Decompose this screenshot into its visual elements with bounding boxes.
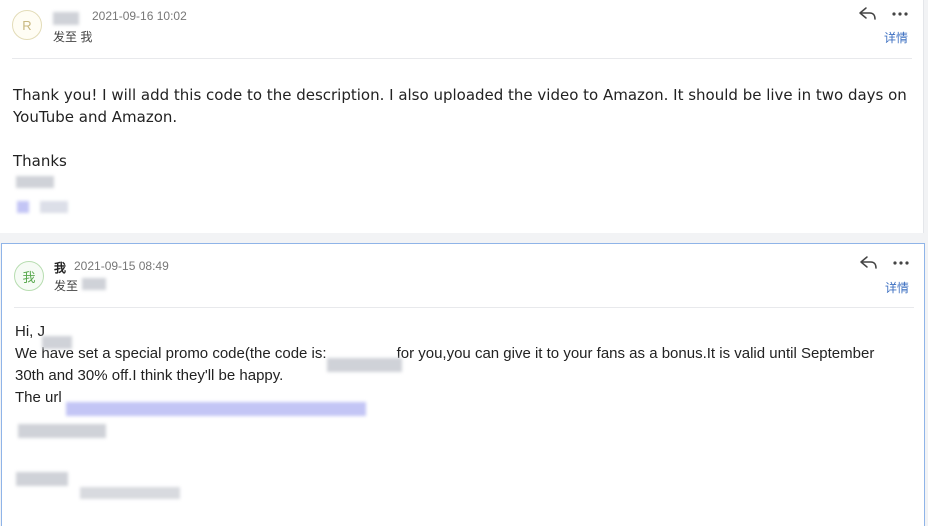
reply-icon[interactable] <box>859 255 879 271</box>
redacted-url[interactable] <box>66 402 366 416</box>
redacted-recipient <box>82 278 106 290</box>
redacted-text <box>18 424 106 438</box>
redacted-name <box>42 336 72 349</box>
reply-icon[interactable] <box>858 6 878 22</box>
sender-name: 我 <box>54 261 67 275</box>
email-message-card[interactable]: 我 我 2021-09-15 08:49 发至 详情 Hi, J We have… <box>1 243 925 526</box>
body-line: Thank you! I will add this code to the d… <box>13 86 907 104</box>
body-line: YouTube and Amazon. <box>13 108 178 126</box>
redacted-signature-detail <box>80 487 180 499</box>
redacted-attachment <box>17 201 29 213</box>
body-thanks: Thanks <box>13 152 67 170</box>
more-icon[interactable] <box>890 6 910 22</box>
recipient-line: 发至 我 <box>53 30 93 44</box>
redacted-sender-name <box>53 12 79 25</box>
sender-avatar: R <box>12 10 42 40</box>
sender-avatar: 我 <box>14 261 44 291</box>
body-greeting: Hi, J <box>15 323 45 340</box>
body-line: We have set a special promo code(the cod… <box>15 343 915 365</box>
avatar-letter: 我 <box>22 269 36 285</box>
redacted-attachment-label <box>40 201 68 213</box>
message-body: Thank you! I will add this code to the d… <box>13 84 907 172</box>
header-divider <box>14 307 914 308</box>
email-message-card[interactable]: R 2021-09-16 10:02 发至 我 详情 Thank you! I … <box>0 0 924 233</box>
redacted-signature <box>16 472 68 486</box>
more-icon[interactable] <box>891 255 911 271</box>
details-link[interactable]: 详情 <box>885 279 909 296</box>
details-link[interactable]: 详情 <box>884 29 908 46</box>
header-divider <box>12 58 912 59</box>
message-timestamp: 2021-09-16 10:02 <box>92 9 187 23</box>
redacted-promo-code <box>327 358 402 372</box>
message-body: Hi, J We have set a special promo code(t… <box>15 321 915 409</box>
body-line: 30th and 30% off.I think they'll be happ… <box>15 367 284 384</box>
promo-text-end: for you,you can give it to your fans as … <box>396 345 875 362</box>
message-timestamp: 2021-09-15 08:49 <box>74 259 169 273</box>
recipient-prefix: 发至 <box>54 279 79 293</box>
redacted-signature <box>16 176 54 188</box>
avatar-letter: R <box>22 17 32 33</box>
